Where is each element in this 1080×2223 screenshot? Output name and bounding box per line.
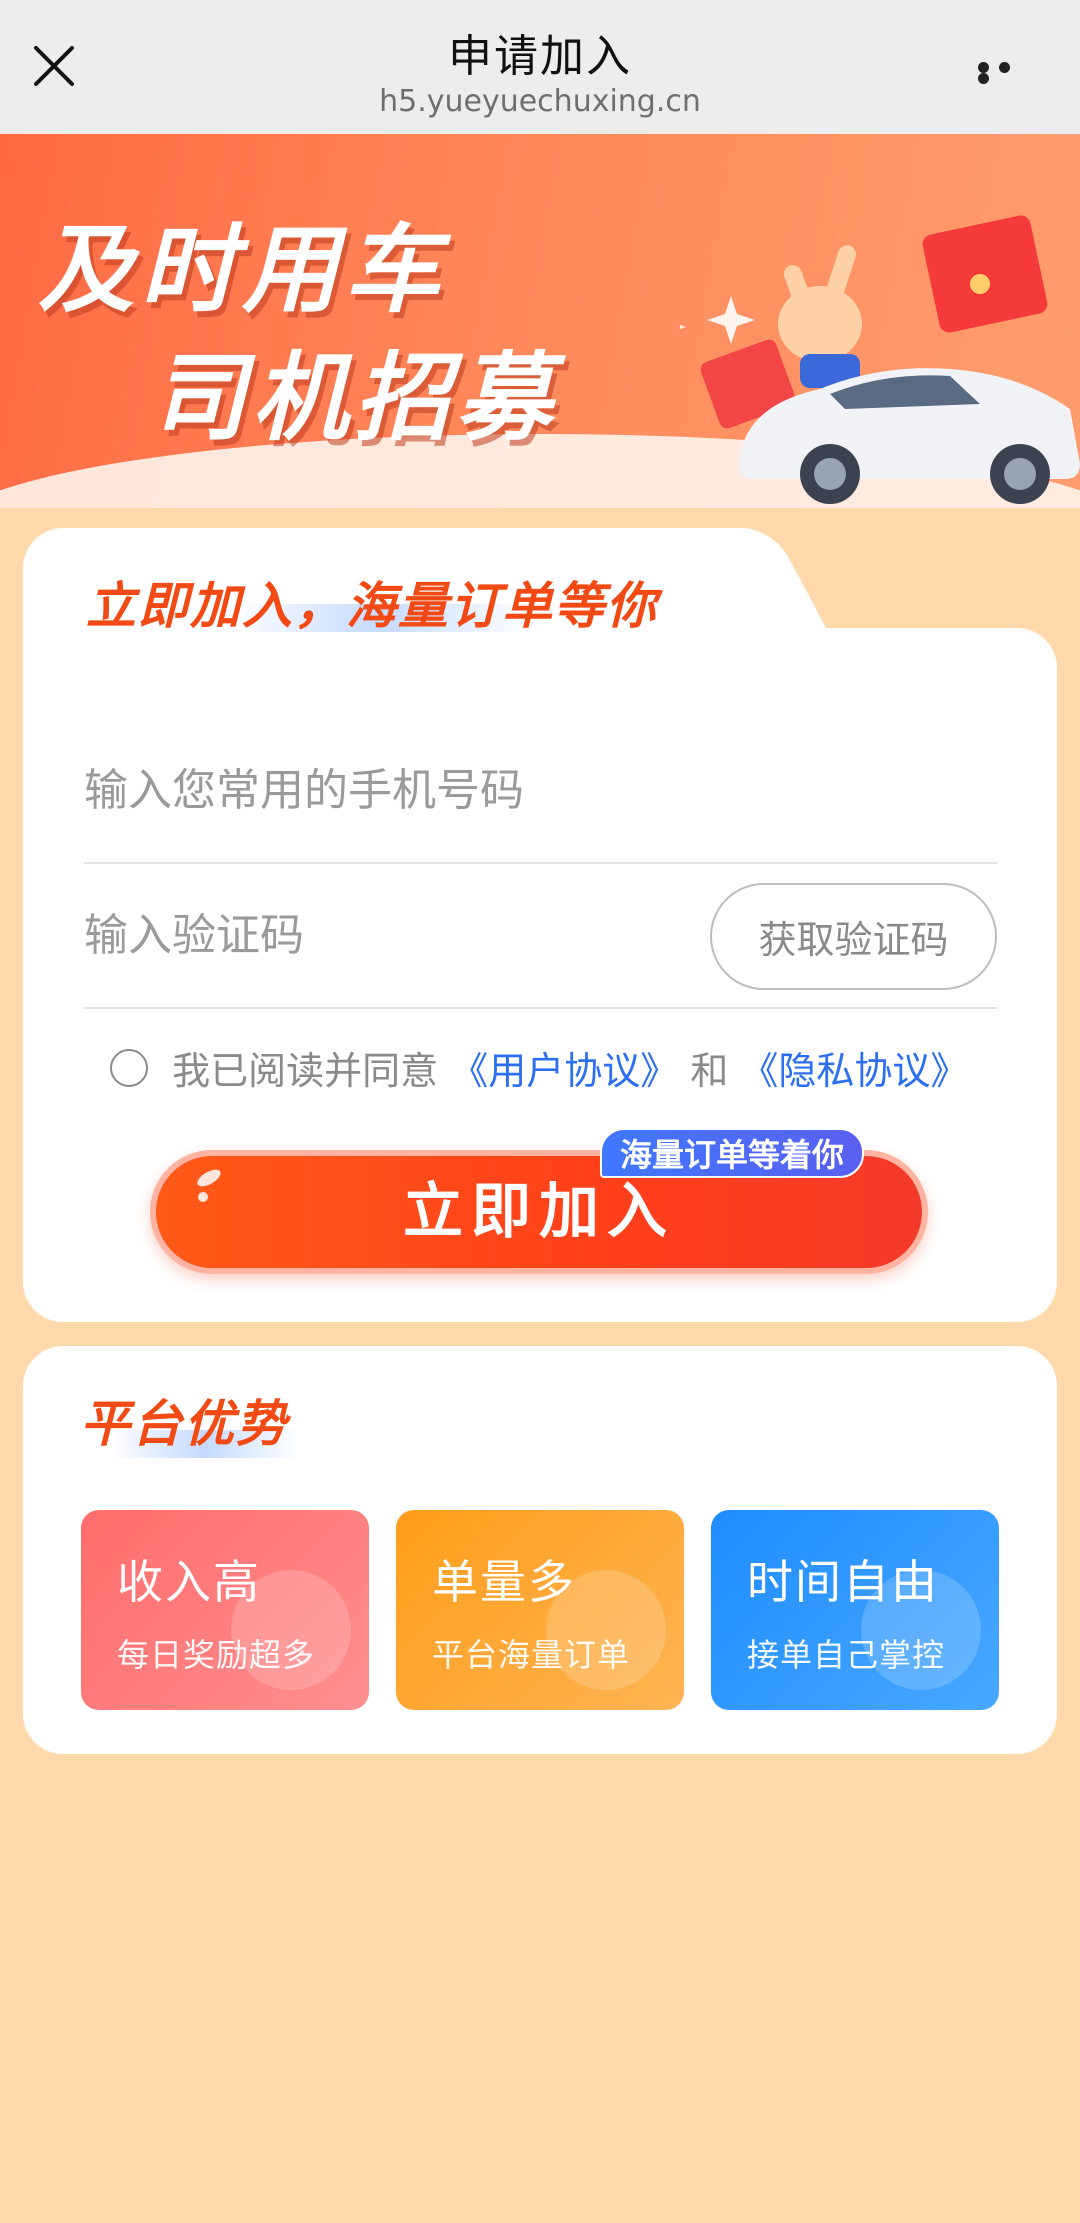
nav-bar: 申请加入 h5.yueyuechuxing.cn	[0, 0, 1080, 134]
divider	[84, 1007, 997, 1009]
feature-flexible-time: 时间自由 接单自己掌控	[711, 1510, 999, 1710]
feature-subtitle: 平台海量订单	[432, 1636, 631, 1674]
agree-text: 我已阅读并同意	[172, 1049, 439, 1093]
agree-checkbox[interactable]	[110, 1048, 148, 1087]
car-illustration-icon	[680, 215, 1080, 504]
agreement-row: 我已阅读并同意 《用户协议》 和 《隐私协议》	[110, 1040, 1010, 1093]
feature-many-orders: 单量多 平台海量订单	[396, 1510, 684, 1710]
more-options-icon[interactable]	[978, 62, 1032, 84]
feature-title: 时间自由	[747, 1555, 939, 1609]
feature-high-income: 收入高 每日奖励超多	[81, 1510, 369, 1710]
divider	[84, 862, 997, 864]
banner-title-line1: 及时用车	[38, 214, 446, 326]
advantages-heading: 平台优势	[80, 1395, 288, 1453]
agree-and-text: 和	[690, 1049, 729, 1093]
privacy-agreement-link[interactable]: 《隐私协议》	[740, 1049, 968, 1093]
form-heading: 立即加入，海量订单等你	[86, 577, 658, 635]
feature-subtitle: 接单自己掌控	[747, 1636, 946, 1674]
banner-title-line2: 司机招募	[150, 342, 558, 454]
phone-input[interactable]	[84, 745, 984, 835]
page-url: h5.yueyuechuxing.cn	[379, 84, 701, 119]
feature-subtitle: 每日奖励超多	[117, 1636, 316, 1674]
recruit-banner: 及时用车 司机招募	[0, 134, 1080, 508]
feature-title: 单量多	[432, 1555, 576, 1609]
page-title: 申请加入	[448, 31, 632, 82]
get-code-button[interactable]: 获取验证码	[710, 883, 997, 990]
verification-code-input[interactable]	[84, 890, 684, 980]
feature-title: 收入高	[117, 1555, 261, 1609]
join-badge: 海量订单等着你	[600, 1128, 865, 1178]
button-shine	[198, 1192, 208, 1202]
user-agreement-link[interactable]: 《用户协议》	[450, 1049, 678, 1093]
